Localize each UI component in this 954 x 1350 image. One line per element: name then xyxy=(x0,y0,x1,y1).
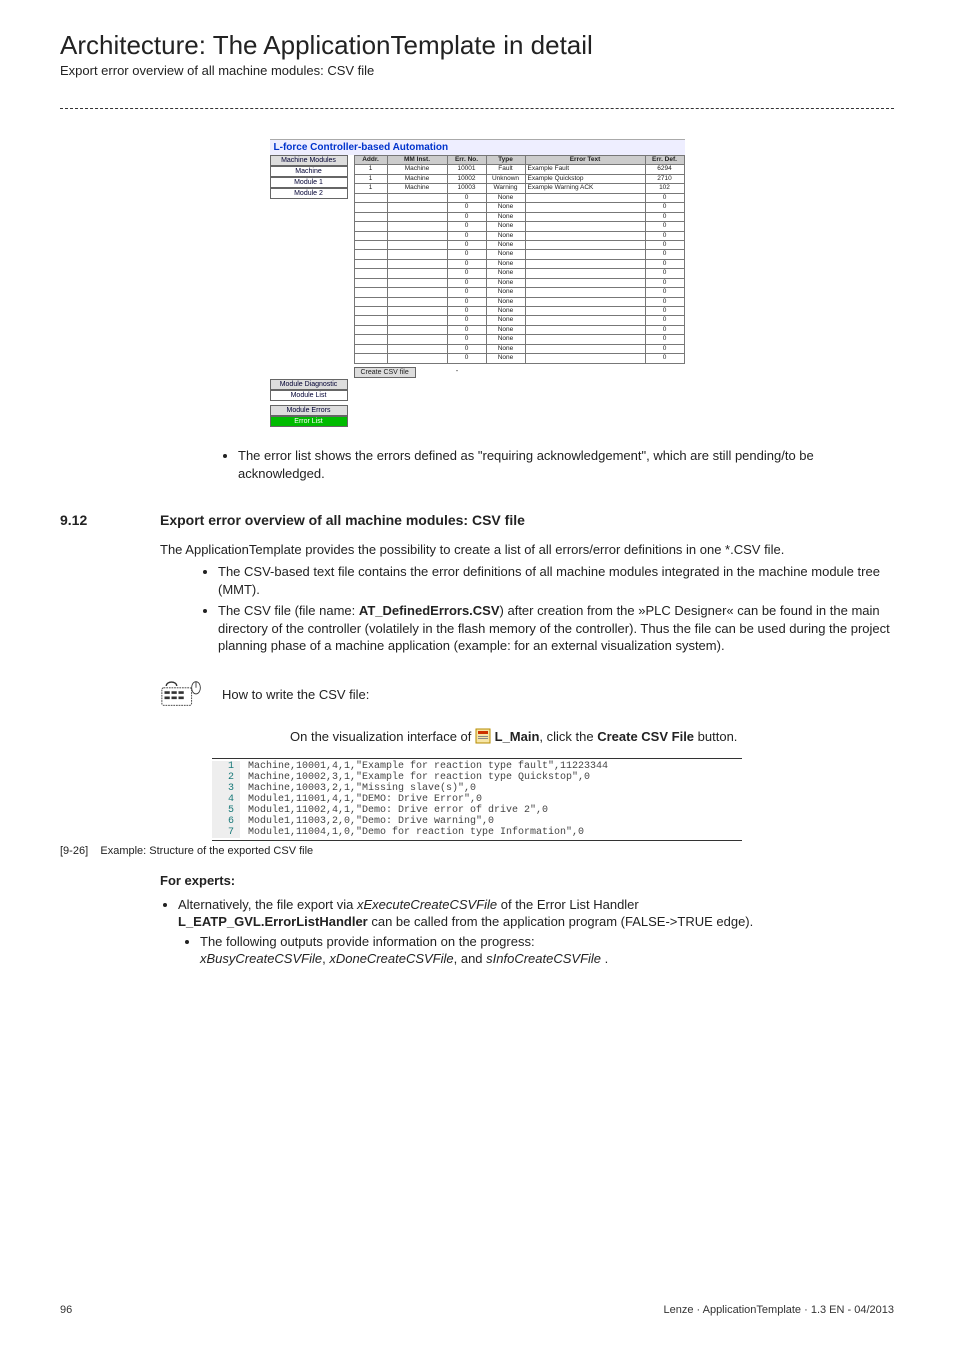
visualization-figure: L-force Controller-based Automation Mach… xyxy=(270,139,685,427)
experts-sub-bullet: The following outputs provide informatio… xyxy=(200,933,894,968)
table-row: 0None0 xyxy=(354,212,684,221)
col-errno: Err. No. xyxy=(447,156,486,165)
table-row: 0None0 xyxy=(354,222,684,231)
code-line: 3Machine,10003,2,1,"Missing slave(s)",0 xyxy=(212,783,742,794)
mm-item-machine[interactable]: Machine xyxy=(270,166,348,177)
code-line: 2Machine,10002,3,1,"Example for reaction… xyxy=(212,772,742,783)
table-row: 0None0 xyxy=(354,344,684,353)
table-row: 0None0 xyxy=(354,231,684,240)
code-line: 6Module1,11003,2,0,"Demo: Drive warning"… xyxy=(212,816,742,827)
code-line: 7Module1,11004,1,0,"Demo for reaction ty… xyxy=(212,827,742,838)
intro-para: The ApplicationTemplate provides the pos… xyxy=(160,542,894,557)
table-row: 0None0 xyxy=(354,316,684,325)
table-row: 1Machine10003WarningExample Warning ACK1… xyxy=(354,184,684,193)
page-number: 96 xyxy=(60,1304,72,1316)
table-row: 0None0 xyxy=(354,250,684,259)
bullet-csv-2: The CSV file (file name: AT_DefinedError… xyxy=(218,602,894,655)
bullet-csv-1: The CSV-based text file contains the err… xyxy=(218,563,894,598)
table-row: 1Machine10001FaultExample Fault6294 xyxy=(354,165,684,174)
create-csv-button[interactable]: Create CSV file xyxy=(354,367,416,378)
module-errors-title: Module Errors xyxy=(270,405,348,416)
table-row: 0None0 xyxy=(354,297,684,306)
table-row: 0None0 xyxy=(354,269,684,278)
table-row: 0None0 xyxy=(354,307,684,316)
col-def: Err. Def. xyxy=(645,156,684,165)
experts-label: For experts: xyxy=(160,873,235,888)
mm-item-module1[interactable]: Module 1 xyxy=(270,177,348,188)
caption-text: Example: Structure of the exported CSV f… xyxy=(100,845,313,857)
code-line: 1Machine,10001,4,1,"Example for reaction… xyxy=(212,761,742,772)
col-addr: Addr. xyxy=(354,156,387,165)
vis-sep: - xyxy=(456,366,459,375)
table-row: 0None0 xyxy=(354,335,684,344)
module-diagnostic-title: Module Diagnostic xyxy=(270,379,348,390)
separator xyxy=(60,108,894,109)
bullet-pending: The error list shows the errors defined … xyxy=(238,447,894,482)
module-list-button[interactable]: Module List xyxy=(270,390,348,401)
page-subtitle: Export error overview of all machine mod… xyxy=(60,63,894,78)
col-type: Type xyxy=(486,156,525,165)
howto-icon xyxy=(160,679,204,710)
page-icon xyxy=(475,729,491,744)
section-number: 9.12 xyxy=(60,512,160,528)
howto-label: How to write the CSV file: xyxy=(222,687,369,702)
table-row: 1Machine10002UnknownExample Quickstop271… xyxy=(354,174,684,183)
table-row: 0None0 xyxy=(354,203,684,212)
table-row: 0None0 xyxy=(354,325,684,334)
code-line: 5Module1,11002,4,1,"Demo: Drive error of… xyxy=(212,805,742,816)
table-row: 0None0 xyxy=(354,288,684,297)
vis-instr: On the visualization interface of L_Main… xyxy=(290,729,737,744)
mm-item-module2[interactable]: Module 2 xyxy=(270,188,348,199)
table-row: 0None0 xyxy=(354,278,684,287)
footer-right: Lenze · ApplicationTemplate · 1.3 EN - 0… xyxy=(663,1304,894,1316)
csv-code-figure: 1Machine,10001,4,1,"Example for reaction… xyxy=(212,758,742,841)
vis-heading: L-force Controller-based Automation xyxy=(270,140,685,155)
section-title: Export error overview of all machine mod… xyxy=(160,512,525,528)
table-row: 0None0 xyxy=(354,354,684,363)
caption-number: [9-26] xyxy=(60,845,88,857)
table-row: 0None0 xyxy=(354,259,684,268)
col-inst: MM Inst. xyxy=(387,156,447,165)
mm-section-title: Machine Modules xyxy=(270,155,348,166)
error-table: Addr. MM Inst. Err. No. Type Error Text … xyxy=(354,155,685,364)
experts-bullet-1: Alternatively, the file export via xExec… xyxy=(178,896,894,968)
table-row: 0None0 xyxy=(354,240,684,249)
page-title: Architecture: The ApplicationTemplate in… xyxy=(60,30,894,61)
code-line: 4Module1,11001,4,1,"DEMO: Drive Error",0 xyxy=(212,794,742,805)
col-text: Error Text xyxy=(525,156,645,165)
table-row: 0None0 xyxy=(354,193,684,202)
error-list-button[interactable]: Error List xyxy=(270,416,348,427)
